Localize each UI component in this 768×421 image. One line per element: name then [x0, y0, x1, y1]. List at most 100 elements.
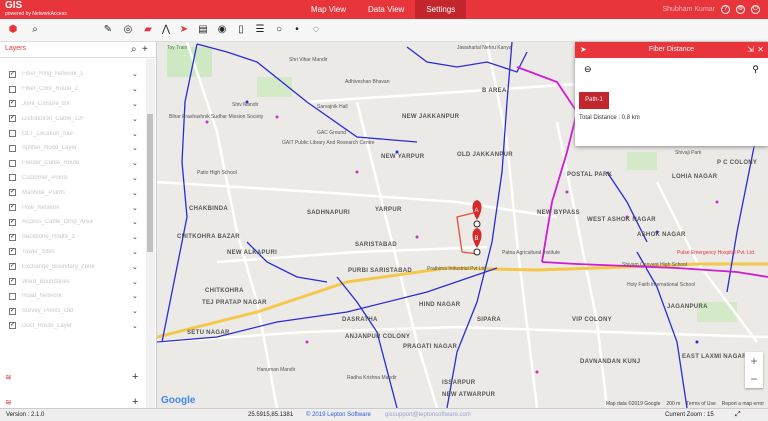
- layer-row[interactable]: Customer_Points ⌄: [0, 171, 146, 186]
- radar-icon[interactable]: ◌: [310, 24, 322, 36]
- layer-search-icon[interactable]: ⌕: [131, 44, 137, 55]
- layer-row[interactable]: Feeder_Cable_Route ⌄: [0, 156, 146, 171]
- chevron-down-icon[interactable]: ⌄: [132, 144, 138, 152]
- layer-checkbox[interactable]: [9, 159, 16, 167]
- layer-row[interactable]: ✓ Tower_Sites ⌄: [0, 245, 146, 260]
- zoom-in-button[interactable]: +: [745, 352, 763, 370]
- layer-checkbox[interactable]: ✓: [9, 100, 16, 108]
- report-error-link[interactable]: Report a map error: [722, 401, 764, 407]
- truck-icon[interactable]: ▰: [142, 24, 154, 36]
- table-icon[interactable]: ▤: [197, 24, 209, 36]
- expand-section-button[interactable]: +: [132, 371, 138, 383]
- fullscreen-icon[interactable]: ⤢: [735, 409, 741, 421]
- power-icon[interactable]: ⏻: [751, 5, 760, 14]
- map-label: Holy Faith International School: [627, 282, 696, 288]
- chevron-down-icon[interactable]: ⌄: [132, 278, 138, 286]
- app-logo[interactable]: GIS powered by NetworkAccess: [5, 1, 67, 18]
- tab-data-view[interactable]: Data View: [357, 0, 415, 19]
- layer-checkbox[interactable]: ✓: [9, 322, 16, 330]
- layer-row[interactable]: ✓ Pole_Network ⌄: [0, 200, 146, 215]
- layer-scrollbar[interactable]: [146, 59, 155, 408]
- layer-row[interactable]: Fiber_Core_Route_2 ⌄: [0, 82, 146, 97]
- path-1-button[interactable]: Path-1: [579, 92, 609, 109]
- chevron-down-icon[interactable]: ⌄: [132, 100, 138, 108]
- layer-row[interactable]: ✓ Duct_Route_Layer ⌄: [0, 319, 146, 334]
- layer-checkbox[interactable]: ✓: [9, 307, 16, 315]
- layer-checkbox[interactable]: ✓: [9, 189, 16, 197]
- chevron-down-icon[interactable]: ⌄: [132, 159, 138, 167]
- pin-tool-icon[interactable]: ✎: [102, 24, 114, 36]
- chevron-down-icon[interactable]: ⌄: [132, 174, 138, 182]
- chevron-down-icon[interactable]: ⌄: [132, 130, 138, 138]
- close-icon[interactable]: ✕: [757, 42, 764, 58]
- layer-row[interactable]: Splitter_Node_Layer ⌄: [0, 141, 146, 156]
- chevron-down-icon[interactable]: ⌄: [132, 70, 138, 78]
- chevron-down-icon[interactable]: ⌄: [132, 204, 138, 212]
- layer-panel-title: Layers: [5, 45, 27, 52]
- layer-row[interactable]: ✓ Backbone_Route_3 ⌄: [0, 230, 146, 245]
- zoom-out-button[interactable]: −: [745, 370, 763, 388]
- help-icon[interactable]: ?: [721, 5, 730, 14]
- layer-row[interactable]: ✓ Fiber_Ring_Network_1 ⌄: [0, 67, 146, 82]
- layer-checkbox[interactable]: ✓: [9, 233, 16, 241]
- plug-icon[interactable]: ⚲: [752, 64, 759, 75]
- layer-checkbox[interactable]: ✓: [9, 218, 16, 226]
- target-icon[interactable]: ◉: [216, 24, 228, 36]
- layer-row[interactable]: OLT_Location_Site ⌄: [0, 126, 146, 141]
- layer-checkbox[interactable]: ✓: [9, 278, 16, 286]
- layer-checkbox[interactable]: [9, 174, 16, 182]
- road-icon[interactable]: ⋀: [160, 24, 172, 36]
- chevron-down-icon[interactable]: ⌄: [132, 115, 138, 123]
- chevron-down-icon[interactable]: ⌄: [132, 307, 138, 315]
- add-layer-button[interactable]: +: [142, 44, 148, 55]
- list-icon[interactable]: ☰: [254, 24, 266, 36]
- navigate-icon[interactable]: ➤: [178, 24, 190, 36]
- route-icon[interactable]: ◎: [122, 24, 134, 36]
- layer-checkbox[interactable]: ✓: [9, 70, 16, 78]
- settings-icon[interactable]: ⚙: [736, 5, 745, 14]
- chevron-down-icon[interactable]: ⌄: [132, 248, 138, 256]
- layer-checkbox[interactable]: [9, 130, 16, 138]
- panel-section-1[interactable]: ≋ +: [0, 371, 146, 385]
- layer-row[interactable]: ✓ Survey_Points_Old ⌄: [0, 304, 146, 319]
- layer-row[interactable]: ✓ Distribution_Cable_12F ⌄: [0, 111, 146, 126]
- map-label: Bihar Prashashnik Sudhar Mission Society: [169, 114, 264, 120]
- map-label: B AREA: [482, 88, 507, 94]
- layer-row[interactable]: ✓ Manhole_Points ⌄: [0, 185, 146, 200]
- expand-section-button[interactable]: +: [132, 396, 138, 408]
- google-logo: Google: [161, 395, 196, 406]
- back-icon[interactable]: ⊖: [584, 64, 592, 75]
- layer-row[interactable]: ✓ Exchange_Boundary_Zone ⌄: [0, 259, 146, 274]
- ruler-icon[interactable]: ▯: [235, 24, 247, 36]
- layer-row[interactable]: Road_Network ⌄: [0, 289, 146, 304]
- layer-checkbox[interactable]: [9, 292, 16, 300]
- layer-checkbox[interactable]: [9, 85, 16, 93]
- home-icon[interactable]: ⬢: [7, 24, 19, 36]
- chevron-down-icon[interactable]: ⌄: [132, 218, 138, 226]
- layer-checkbox[interactable]: ✓: [9, 248, 16, 256]
- map-label: GAC Ground: [317, 130, 346, 136]
- support-email[interactable]: gissupport@leptonsoftware.com: [385, 409, 471, 421]
- chevron-down-icon[interactable]: ⌄: [132, 189, 138, 197]
- search-icon[interactable]: ⌕: [29, 24, 41, 36]
- point-icon[interactable]: •: [291, 24, 303, 36]
- layer-checkbox[interactable]: ✓: [9, 263, 16, 271]
- minimize-icon[interactable]: ⇲: [747, 42, 754, 58]
- layer-checkbox[interactable]: [9, 144, 16, 152]
- user-name[interactable]: Shubham Kumar: [662, 6, 715, 13]
- layer-row[interactable]: ✓ Access_Cable_Drop_Area ⌄: [0, 215, 146, 230]
- chevron-down-icon[interactable]: ⌄: [132, 263, 138, 271]
- layer-row[interactable]: ✓ Joint_Closure_BX ⌄: [0, 97, 146, 112]
- layer-checkbox[interactable]: ✓: [9, 204, 16, 212]
- layer-row[interactable]: ✓ Ward_Boundaries ⌄: [0, 274, 146, 289]
- chevron-down-icon[interactable]: ⌄: [132, 233, 138, 241]
- circle-icon[interactable]: ○: [273, 24, 285, 36]
- tab-map-view[interactable]: Map View: [300, 0, 357, 19]
- layer-checkbox[interactable]: ✓: [9, 115, 16, 123]
- chevron-down-icon[interactable]: ⌄: [132, 322, 138, 330]
- scroll-thumb[interactable]: [147, 114, 153, 252]
- terms-link[interactable]: Terms of Use: [686, 401, 715, 407]
- tab-settings[interactable]: Settings: [415, 0, 467, 19]
- chevron-down-icon[interactable]: ⌄: [132, 292, 138, 300]
- chevron-down-icon[interactable]: ⌄: [132, 85, 138, 93]
